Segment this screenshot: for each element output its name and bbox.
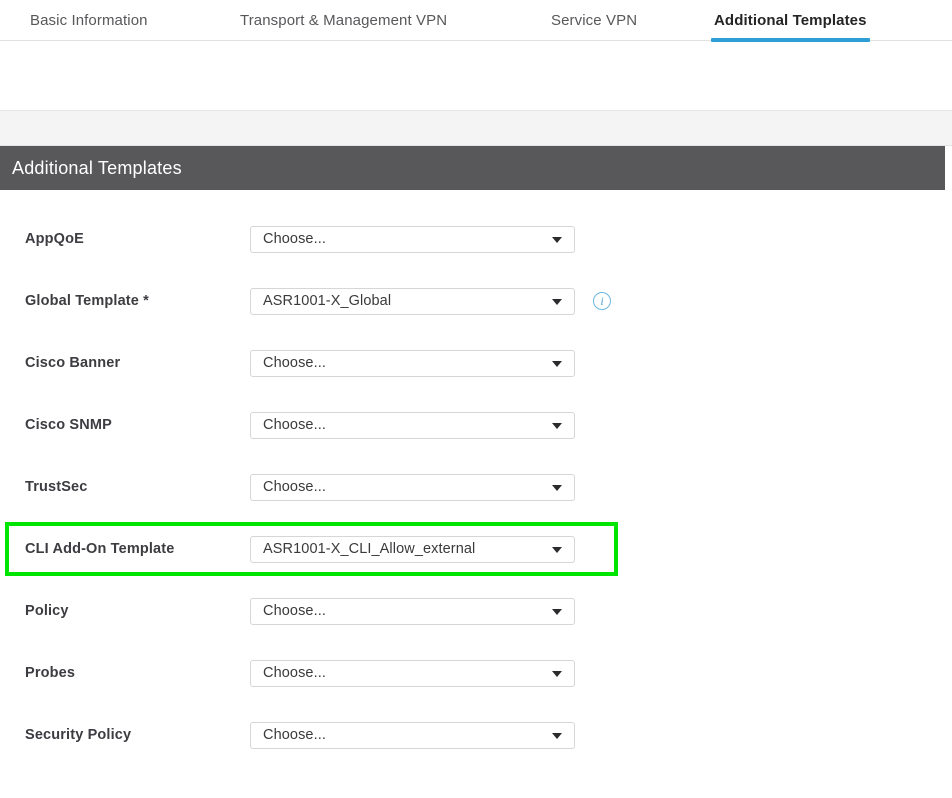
select-value: ASR1001-X_Global [263,293,392,309]
select-cisco-snmp[interactable]: Choose... [250,411,575,439]
field-label-cisco-banner: Cisco Banner [25,355,121,371]
section-header: Additional Templates [0,146,945,190]
select-value: ASR1001-X_CLI_Allow_external [263,541,476,557]
tab-transport-management-vpn[interactable]: Transport & Management VPN [240,12,447,29]
form-row-cisco-snmp: Cisco SNMP Choose... [0,394,952,456]
select-value: Choose... [263,665,326,681]
tab-basic-information[interactable]: Basic Information [30,12,148,29]
select-value: Choose... [263,355,326,371]
select-trustsec[interactable]: Choose... [250,473,575,501]
content-gap [0,41,952,111]
chevron-down-icon [552,361,562,367]
tab-label: Service VPN [551,12,638,29]
form-row-security-policy: Security Policy Choose... [0,704,952,766]
select-value: Choose... [263,231,326,247]
select-value: Choose... [263,417,326,433]
field-label-appqoe: AppQoE [25,231,84,247]
form-row-trustsec: TrustSec Choose... [0,456,952,518]
tab-bar: Basic Information Transport & Management … [0,0,952,42]
form-row-cisco-banner: Cisco Banner Choose... [0,332,952,394]
field-label-trustsec: TrustSec [25,479,88,495]
section-header-title: Additional Templates [12,157,182,178]
form-row-probes: Probes Choose... [0,642,952,704]
field-label-cli-add-on-template: CLI Add-On Template [25,541,175,557]
field-label-probes: Probes [25,665,76,681]
select-security-policy[interactable]: Choose... [250,721,575,749]
additional-templates-form: AppQoE Choose... Global Template * ASR1001-… [0,190,952,766]
form-row-cli-add-on-template: CLI Add-On Template ASR1001-X_CLI_Allow_e… [0,518,952,580]
tab-label: Basic Information [30,12,148,29]
select-value: Choose... [263,727,326,743]
field-label-policy: Policy [25,603,69,619]
select-global-template[interactable]: ASR1001-X_Global [250,287,575,315]
chevron-down-icon [552,485,562,491]
active-tab-underline [711,38,870,42]
form-row-appqoe: AppQoE Choose... [0,208,952,270]
tab-label: Transport & Management VPN [240,12,448,29]
select-policy[interactable]: Choose... [250,597,575,625]
form-row-policy: Policy Choose... [0,580,952,642]
field-label-security-policy: Security Policy [25,727,132,743]
chevron-down-icon [552,733,562,739]
select-cisco-banner[interactable]: Choose... [250,349,575,377]
chevron-down-icon [552,299,562,305]
chevron-down-icon [552,547,562,553]
select-probes[interactable]: Choose... [250,659,575,687]
info-icon[interactable]: i [593,292,611,310]
select-cli-add-on-template[interactable]: ASR1001-X_CLI_Allow_external [250,535,575,563]
chevron-down-icon [552,237,562,243]
chevron-down-icon [552,671,562,677]
form-row-global-template: Global Template * ASR1001-X_Global i [0,270,952,332]
toolbar-strip [0,111,952,146]
tab-additional-templates[interactable]: Additional Templates [711,12,870,42]
chevron-down-icon [552,423,562,429]
select-value: Choose... [263,479,326,495]
field-label-global-template: Global Template * [25,293,149,309]
tab-label: Additional Templates [714,12,867,29]
field-label-cisco-snmp: Cisco SNMP [25,417,112,433]
select-appqoe[interactable]: Choose... [250,225,575,253]
tab-service-vpn[interactable]: Service VPN [551,12,637,29]
chevron-down-icon [552,609,562,615]
select-value: Choose... [263,603,326,619]
